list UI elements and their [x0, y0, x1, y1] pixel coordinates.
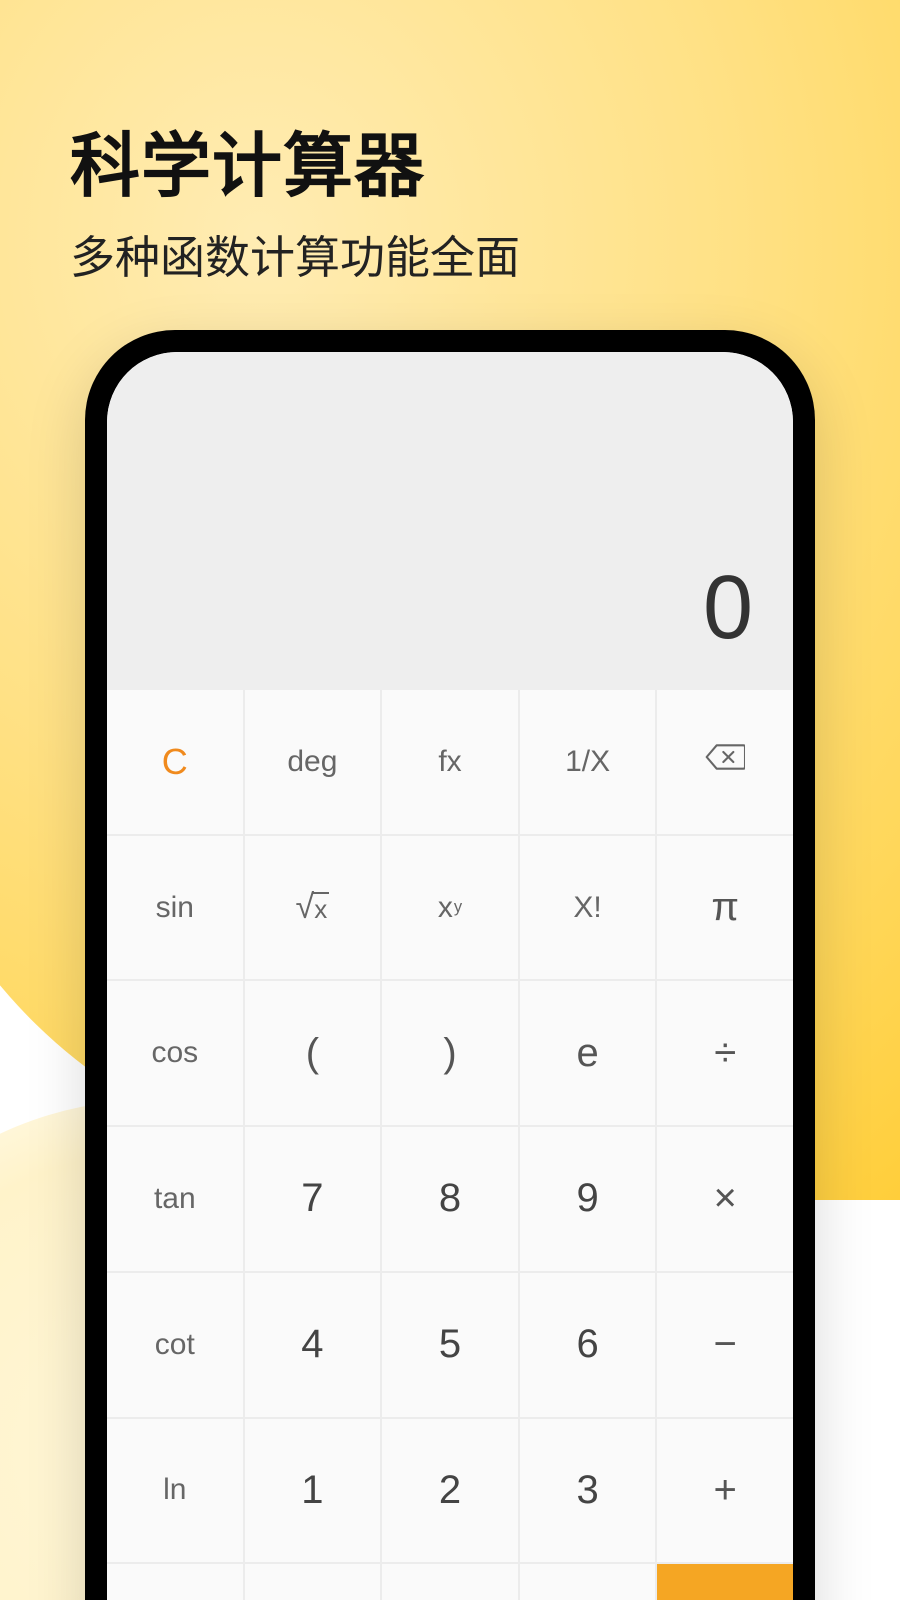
key-log[interactable]: log [107, 1564, 243, 1600]
key-fx[interactable]: fx [382, 690, 518, 834]
phone-mockup: 0 C deg fx 1/X sin √x xy [85, 330, 815, 1600]
backspace-icon [705, 742, 745, 781]
key-6[interactable]: 6 [520, 1273, 656, 1417]
key-sin[interactable]: sin [107, 836, 243, 980]
key-8[interactable]: 8 [382, 1127, 518, 1271]
key-plus[interactable]: + [657, 1419, 793, 1563]
key-tan[interactable]: tan [107, 1127, 243, 1271]
calculator-keypad: C deg fx 1/X sin √x xy X! π [107, 690, 793, 1600]
key-paren-close[interactable]: ) [382, 981, 518, 1125]
key-backspace[interactable] [657, 690, 793, 834]
promo-header: 科学计算器 多种函数计算功能全面 [70, 110, 520, 286]
key-percent[interactable]: % [245, 1564, 381, 1600]
key-clear[interactable]: C [107, 690, 243, 834]
key-2[interactable]: 2 [382, 1419, 518, 1563]
phone-screen: 0 C deg fx 1/X sin √x xy [107, 352, 793, 1600]
key-multiply[interactable]: × [657, 1127, 793, 1271]
key-reciprocal[interactable]: 1/X [520, 690, 656, 834]
display-value: 0 [703, 557, 753, 660]
key-divide[interactable]: ÷ [657, 981, 793, 1125]
key-7[interactable]: 7 [245, 1127, 381, 1271]
key-4[interactable]: 4 [245, 1273, 381, 1417]
key-cot[interactable]: cot [107, 1273, 243, 1417]
key-paren-open[interactable]: ( [245, 981, 381, 1125]
promo-title: 科学计算器 [70, 110, 520, 211]
key-3[interactable]: 3 [520, 1419, 656, 1563]
key-factorial[interactable]: X! [520, 836, 656, 980]
key-pi[interactable]: π [657, 836, 793, 980]
key-equals[interactable]: = [657, 1564, 793, 1600]
key-9[interactable]: 9 [520, 1127, 656, 1271]
key-sqrt[interactable]: √x [245, 836, 381, 980]
promo-subtitle: 多种函数计算功能全面 [70, 221, 520, 286]
key-e[interactable]: e [520, 981, 656, 1125]
app-promo-canvas: 科学计算器 多种函数计算功能全面 0 C deg fx 1/X sin [0, 0, 900, 1600]
key-0[interactable]: 0 [382, 1564, 518, 1600]
key-cos[interactable]: cos [107, 981, 243, 1125]
key-1[interactable]: 1 [245, 1419, 381, 1563]
key-5[interactable]: 5 [382, 1273, 518, 1417]
power-exp: y [454, 898, 462, 917]
power-base: x [438, 891, 453, 925]
key-deg[interactable]: deg [245, 690, 381, 834]
key-decimal[interactable]: . [520, 1564, 656, 1600]
key-minus[interactable]: − [657, 1273, 793, 1417]
key-power[interactable]: xy [382, 836, 518, 980]
sqrt-icon: √x [296, 888, 330, 927]
calculator-display: 0 [107, 352, 793, 690]
key-ln[interactable]: ln [107, 1419, 243, 1563]
